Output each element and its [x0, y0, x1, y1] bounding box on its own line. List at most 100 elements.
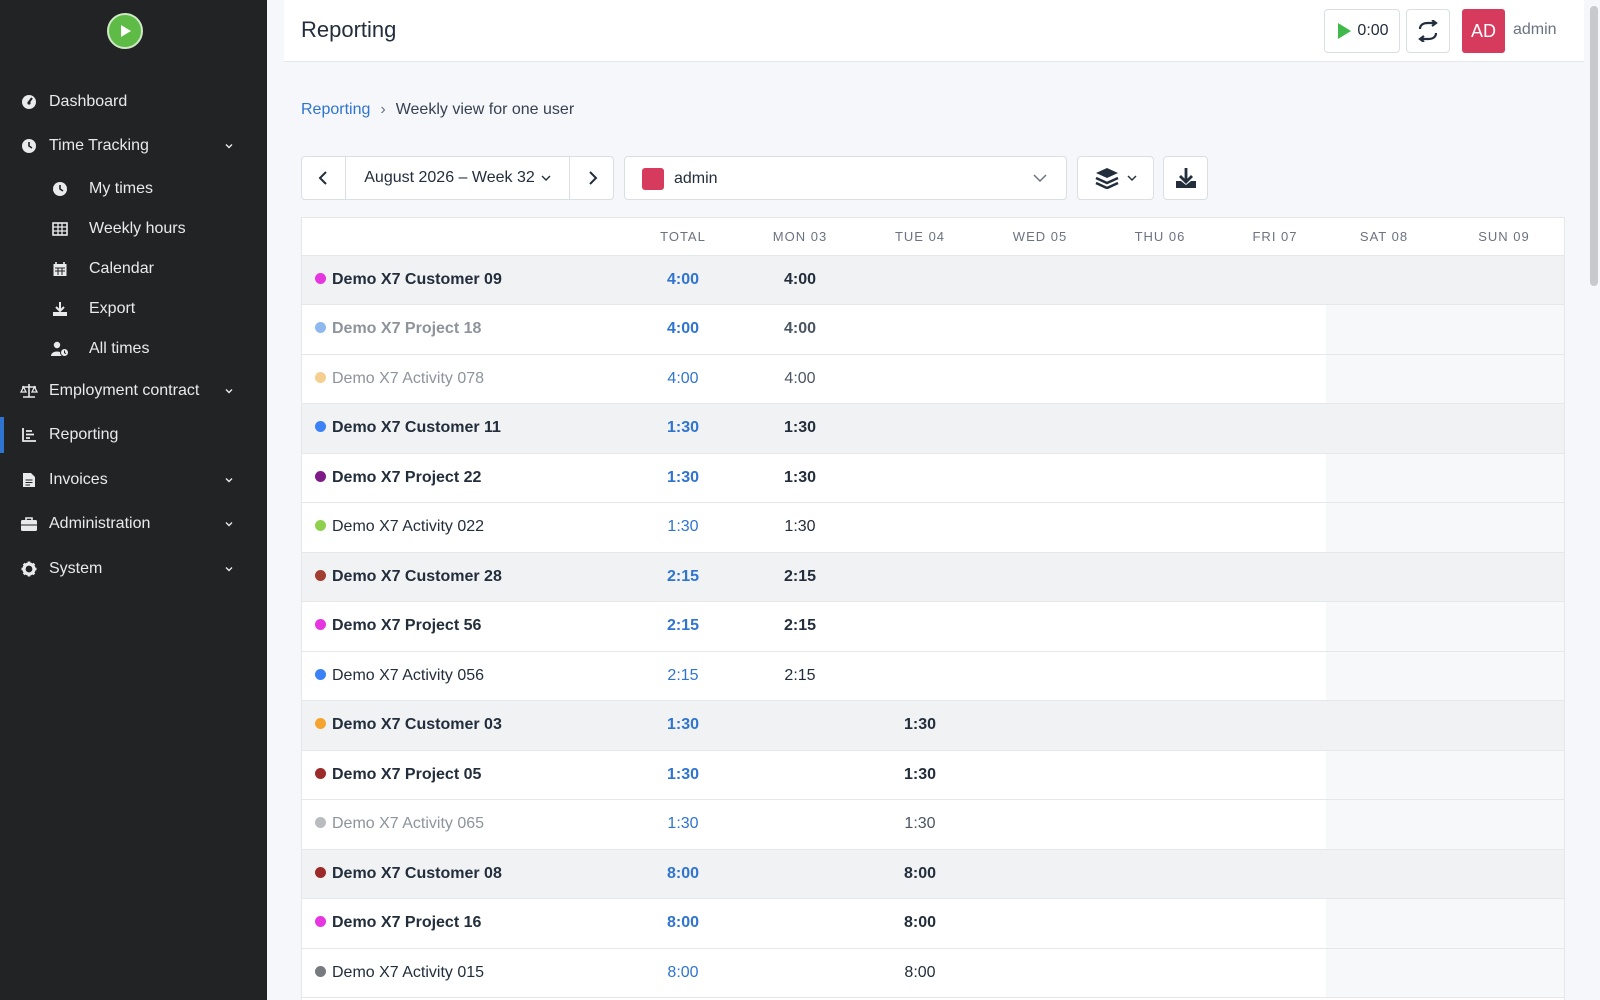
- page-scrollbar[interactable]: [1587, 0, 1600, 1000]
- row-total: 1:30: [622, 750, 744, 800]
- day-cell: [984, 502, 1096, 553]
- sidebar-item-employment-contract[interactable]: Employment contract: [0, 371, 267, 411]
- table-row-activity[interactable]: Demo X7 Activity 078 4:00 4:00: [302, 354, 1564, 404]
- table-row-activity[interactable]: Demo X7 Activity 056 2:15 2:15: [302, 651, 1564, 701]
- sidebar: Dashboard Time Tracking My times Weekly …: [0, 0, 267, 1000]
- table-row-activity[interactable]: Demo X7 Activity 015 8:00 8:00: [302, 948, 1564, 998]
- day-cell: [1326, 502, 1442, 553]
- chevron-left-icon: [318, 171, 327, 185]
- table-row-project[interactable]: Demo X7 Project 16 8:00 8:00: [302, 898, 1564, 949]
- table-row-project[interactable]: Demo X7 Project 22 1:30 1:30: [302, 453, 1564, 503]
- row-total: 4:00: [622, 304, 744, 355]
- day-cell: [744, 799, 856, 850]
- table-row-customer[interactable]: Demo X7 Customer 28 2:15 2:15: [302, 552, 1564, 602]
- table-row-activity[interactable]: Demo X7 Activity 065 1:30 1:30: [302, 799, 1564, 850]
- grid-icon: [51, 220, 69, 238]
- row-total: 8:00: [622, 849, 744, 899]
- row-name-cell: Demo X7 Project 16: [302, 898, 622, 949]
- user-clock-icon: [51, 340, 69, 358]
- play-icon: [1338, 23, 1352, 39]
- table-row-activity[interactable]: Demo X7 Activity 022 1:30 1:30: [302, 502, 1564, 553]
- day-cell: [1326, 948, 1442, 998]
- day-cell: [1096, 700, 1224, 751]
- table-row-customer[interactable]: Demo X7 Customer 11 1:30 1:30: [302, 403, 1564, 454]
- day-cell: [1326, 651, 1442, 701]
- sidebar-item-label: Weekly hours: [89, 220, 186, 237]
- day-cell: [1096, 601, 1224, 652]
- column-header: THU 06: [1096, 218, 1224, 256]
- sidebar-item-my-times[interactable]: My times: [0, 169, 267, 209]
- row-name-cell: Demo X7 Customer 28: [302, 552, 622, 602]
- sidebar-item-reporting[interactable]: Reporting: [0, 415, 267, 455]
- week-picker[interactable]: August 2026 – Week 32: [346, 157, 569, 199]
- next-week-button[interactable]: [569, 157, 613, 199]
- sidebar-item-invoices[interactable]: Invoices: [0, 460, 267, 500]
- day-cell: 2:15: [744, 651, 856, 701]
- sidebar-item-dashboard[interactable]: Dashboard: [0, 82, 267, 122]
- day-cell: [1442, 403, 1564, 454]
- row-total: 4:00: [622, 255, 744, 305]
- day-cell: [1326, 304, 1442, 355]
- chevron-down-icon: [225, 144, 233, 149]
- row-total: 8:00: [622, 898, 744, 949]
- day-cell: [984, 552, 1096, 602]
- row-total: 1:30: [622, 453, 744, 503]
- table-row-customer[interactable]: Demo X7 Customer 08 8:00 8:00: [302, 849, 1564, 899]
- table-row-project[interactable]: Demo X7 Project 05 1:30 1:30: [302, 750, 1564, 800]
- scrollbar-thumb[interactable]: [1590, 6, 1598, 286]
- row-name-cell: Demo X7 Project 18: [302, 304, 622, 355]
- day-cell: [856, 502, 984, 553]
- sidebar-item-all-times[interactable]: All times: [0, 329, 267, 369]
- top-header: Reporting 0:00 AD admin: [284, 0, 1584, 62]
- row-name: Demo X7 Project 16: [332, 914, 482, 932]
- sidebar-item-label: Administration: [49, 515, 151, 532]
- sync-button[interactable]: [1406, 9, 1450, 53]
- weekly-report-table: TOTAL MON 03 TUE 04 WED 05 THU 06 FRI 07 SAT 0…: [301, 217, 1565, 1000]
- user-menu-name[interactable]: admin: [1513, 21, 1557, 39]
- sidebar-item-system[interactable]: System: [0, 549, 267, 589]
- week-picker-label: August 2026 – Week 32: [364, 169, 535, 186]
- sidebar-item-label: Time Tracking: [49, 137, 149, 154]
- color-dot: [315, 421, 326, 433]
- week-navigator: August 2026 – Week 32: [301, 156, 614, 200]
- day-cell: [1096, 354, 1224, 404]
- sidebar-item-administration[interactable]: Administration: [0, 504, 267, 544]
- day-cell: [984, 255, 1096, 305]
- user-select[interactable]: admin: [624, 156, 1067, 200]
- row-name-cell: Demo X7 Activity 022: [302, 502, 622, 553]
- chevron-down-icon: [225, 567, 233, 572]
- day-cell: [1442, 948, 1564, 998]
- previous-week-button[interactable]: [302, 157, 346, 199]
- group-by-dropdown[interactable]: [1077, 156, 1154, 200]
- table-row-project[interactable]: Demo X7 Project 18 4:00 4:00: [302, 304, 1564, 355]
- table-row-customer[interactable]: Demo X7 Customer 03 1:30 1:30: [302, 700, 1564, 751]
- table-row-customer[interactable]: Demo X7 Customer 09 4:00 4:00: [302, 255, 1564, 305]
- color-dot: [315, 322, 326, 334]
- sidebar-item-weekly-hours[interactable]: Weekly hours: [0, 209, 267, 249]
- chevron-down-icon: [225, 522, 233, 527]
- avatar[interactable]: AD: [1462, 9, 1505, 53]
- color-dot: [315, 520, 326, 532]
- day-cell: [1326, 354, 1442, 404]
- app-logo-play-icon[interactable]: [107, 13, 143, 49]
- sidebar-item-time-tracking[interactable]: Time Tracking: [0, 126, 267, 166]
- breadcrumb-reporting-link[interactable]: Reporting: [301, 101, 370, 119]
- dashboard-icon: [20, 93, 38, 111]
- day-cell: [984, 700, 1096, 751]
- download-button[interactable]: [1163, 156, 1208, 200]
- day-cell: [1096, 453, 1224, 503]
- color-dot: [315, 272, 326, 284]
- file-invoice-icon: [20, 471, 38, 489]
- row-total: 1:30: [622, 403, 744, 454]
- user-color-swatch: [642, 168, 664, 190]
- day-cell: [1442, 700, 1564, 751]
- start-timer-button[interactable]: 0:00: [1324, 9, 1400, 53]
- row-name: Demo X7 Customer 11: [332, 419, 501, 437]
- table-row-project[interactable]: Demo X7 Project 56 2:15 2:15: [302, 601, 1564, 652]
- color-dot: [315, 619, 326, 631]
- day-cell: [1442, 354, 1564, 404]
- day-cell: 4:00: [744, 304, 856, 355]
- sidebar-item-calendar[interactable]: Calendar: [0, 249, 267, 289]
- sidebar-item-export[interactable]: Export: [0, 289, 267, 329]
- calendar-icon: [51, 260, 69, 278]
